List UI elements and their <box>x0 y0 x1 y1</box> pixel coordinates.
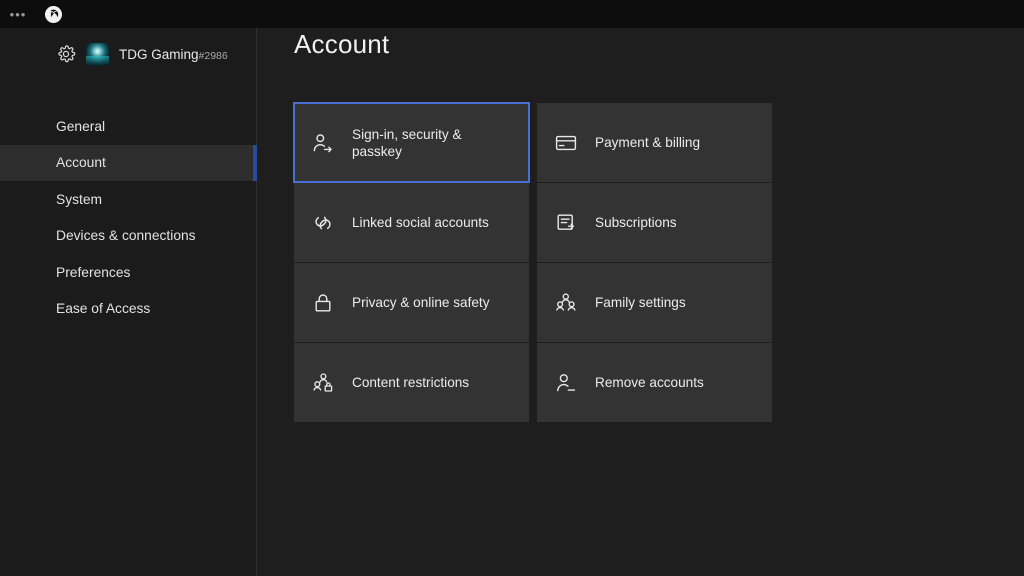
xbox-logo-icon[interactable] <box>45 5 62 23</box>
tile-label: Payment & billing <box>595 135 701 150</box>
sidebar-item-account[interactable]: Account <box>0 144 257 181</box>
link-icon <box>311 211 335 235</box>
account-header[interactable]: TDG Gaming #2986 <box>0 38 257 70</box>
tile-label: Family settings <box>595 295 686 310</box>
sidebar-item-general[interactable]: General <box>0 108 257 145</box>
tile-label: Sign-in, security & passkey <box>352 126 462 159</box>
tile-payment-billing[interactable]: Payment & billing <box>537 103 772 182</box>
gamertag-suffix: #2986 <box>198 49 228 62</box>
tile-remove-accounts[interactable]: Remove accounts <box>537 343 772 422</box>
sidebar-item-label: Devices & connections <box>56 228 196 244</box>
tile-label: Content restrictions <box>352 375 470 390</box>
content-area: Account Sign-in, security & passkey Paym… <box>257 0 1024 576</box>
gamertag-name: TDG Gaming <box>119 46 199 62</box>
page-title: Account <box>294 29 390 59</box>
user-avatar[interactable] <box>86 42 109 66</box>
person-arrow-icon <box>311 131 335 155</box>
people-group-icon <box>554 291 578 315</box>
sidebar-item-label: System <box>56 191 102 207</box>
tile-privacy-online-safety[interactable]: Privacy & online safety <box>294 263 529 342</box>
tile-label: Subscriptions <box>595 215 677 230</box>
top-system-bar: ••• <box>0 0 1024 28</box>
sidebar-item-devices-connections[interactable]: Devices & connections <box>0 218 257 255</box>
tile-content-restrictions[interactable]: Content restrictions <box>294 343 529 422</box>
lock-icon <box>311 291 335 315</box>
gear-icon[interactable] <box>56 44 76 64</box>
sidebar: TDG Gaming #2986 General Account System D… <box>0 0 257 576</box>
sidebar-item-label: Ease of Access <box>56 301 151 317</box>
people-lock-icon <box>311 371 335 395</box>
tile-label: Remove accounts <box>595 375 704 390</box>
tile-label: Privacy & online safety <box>352 295 490 310</box>
tile-sign-in-security-passkey[interactable]: Sign-in, security & passkey <box>293 102 530 183</box>
settings-tile-grid: Sign-in, security & passkey Payment & bi… <box>293 102 772 422</box>
sidebar-item-preferences[interactable]: Preferences <box>0 254 257 291</box>
sidebar-item-system[interactable]: System <box>0 181 257 218</box>
sidebar-item-label: General <box>56 118 106 134</box>
document-list-icon <box>554 211 578 235</box>
person-minus-icon <box>554 371 578 395</box>
sidebar-item-label: Account <box>56 155 106 171</box>
sidebar-nav: General Account System Devices & connect… <box>0 108 257 327</box>
sidebar-item-label: Preferences <box>56 264 131 280</box>
xbox-settings-screen: ••• TDG Gaming #2986 General Account Sys… <box>0 0 1024 576</box>
tile-label: Linked social accounts <box>352 215 489 230</box>
sidebar-item-ease-of-access[interactable]: Ease of Access <box>0 291 257 328</box>
more-options-icon[interactable]: ••• <box>9 5 27 23</box>
tile-family-settings[interactable]: Family settings <box>537 263 772 342</box>
tile-linked-social-accounts[interactable]: Linked social accounts <box>294 183 529 262</box>
credit-card-icon <box>554 131 578 155</box>
gamertag: TDG Gaming #2986 <box>119 47 228 62</box>
tile-subscriptions[interactable]: Subscriptions <box>537 183 772 262</box>
